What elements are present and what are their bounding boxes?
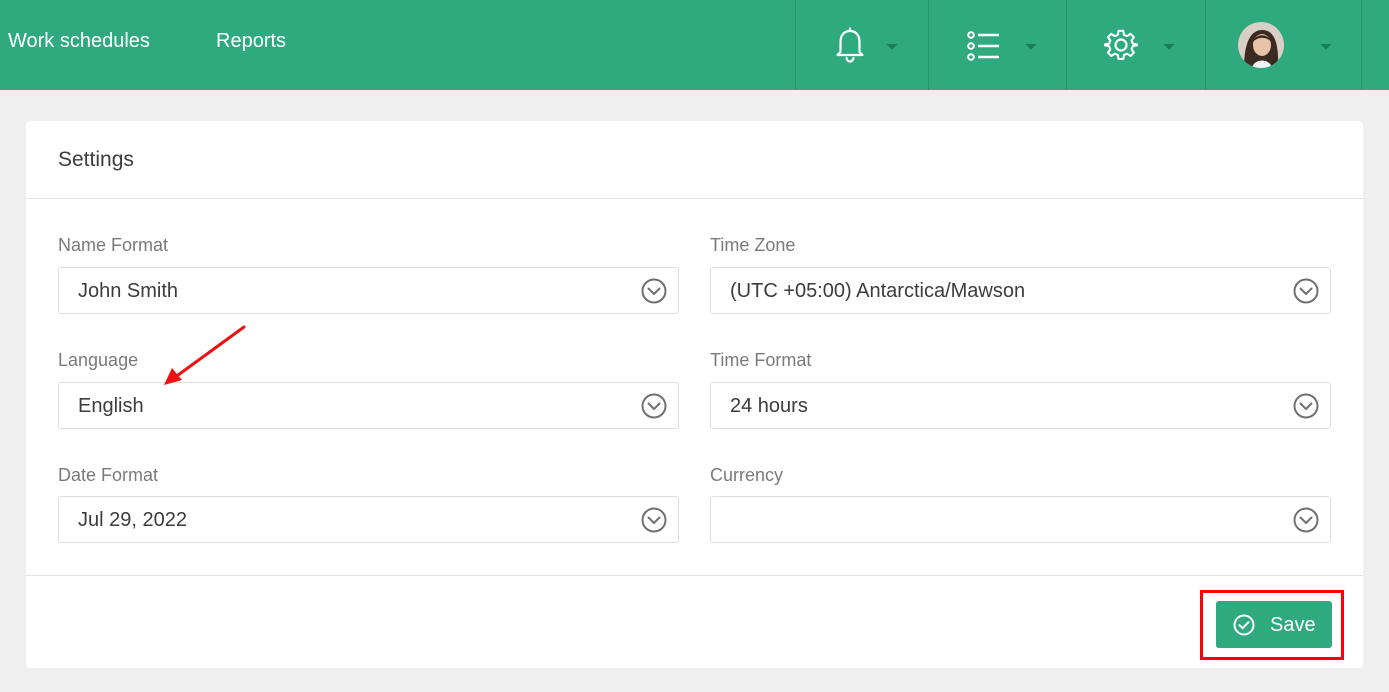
list-icon [967,31,1001,66]
date-format-select[interactable]: Jul 29, 2022 [58,496,679,543]
currency-label: Currency [710,465,784,485]
tasks-menu[interactable] [928,0,1067,90]
chevron-down-circle-icon [641,393,667,419]
time-format-select[interactable]: 24 hours [710,382,1331,429]
language-label: Language [58,350,139,370]
save-label: Save [1270,614,1316,636]
chevron-down-circle-icon [641,278,667,304]
chevron-down-circle-icon [1293,278,1319,304]
language-value: English [78,395,144,417]
page-title: Settings [58,148,134,171]
name-format-label: Name Format [58,235,169,255]
time-zone-label: Time Zone [710,235,796,255]
chevron-down-circle-icon [641,507,667,533]
chevron-down-icon [1025,38,1037,56]
time-format-label: Time Format [710,350,812,370]
currency-select[interactable] [710,496,1331,543]
nav-reports[interactable]: Reports [216,30,286,53]
date-format-value: Jul 29, 2022 [78,509,187,531]
language-select[interactable]: English [58,382,679,429]
divider [26,575,1363,576]
save-button[interactable]: Save [1216,601,1332,648]
notifications-menu[interactable] [795,0,929,90]
time-zone-value: (UTC +05:00) Antarctica/Mawson [730,280,1026,302]
settings-menu[interactable] [1066,0,1206,90]
chevron-down-icon [1163,38,1175,56]
user-menu[interactable] [1205,0,1362,90]
settings-card: Settings Name Format John Smith Time Zon… [26,121,1363,668]
date-format-label: Date Format [58,465,159,485]
time-zone-select[interactable]: (UTC +05:00) Antarctica/Mawson [710,267,1331,314]
name-format-select[interactable]: John Smith [58,267,679,314]
nav-work-schedules[interactable]: Work schedules [8,30,150,53]
bell-icon [835,27,865,68]
divider [26,198,1363,199]
chevron-down-icon [886,38,898,56]
time-format-value: 24 hours [730,395,808,417]
chevron-down-icon [1320,38,1332,56]
top-navigation-bar: Work schedules Reports [0,0,1389,90]
gear-icon [1103,28,1138,67]
avatar[interactable] [1238,22,1284,68]
check-circle-icon [1233,614,1255,641]
chevron-down-circle-icon [1293,393,1319,419]
name-format-value: John Smith [78,280,179,302]
chevron-down-circle-icon [1293,507,1319,533]
